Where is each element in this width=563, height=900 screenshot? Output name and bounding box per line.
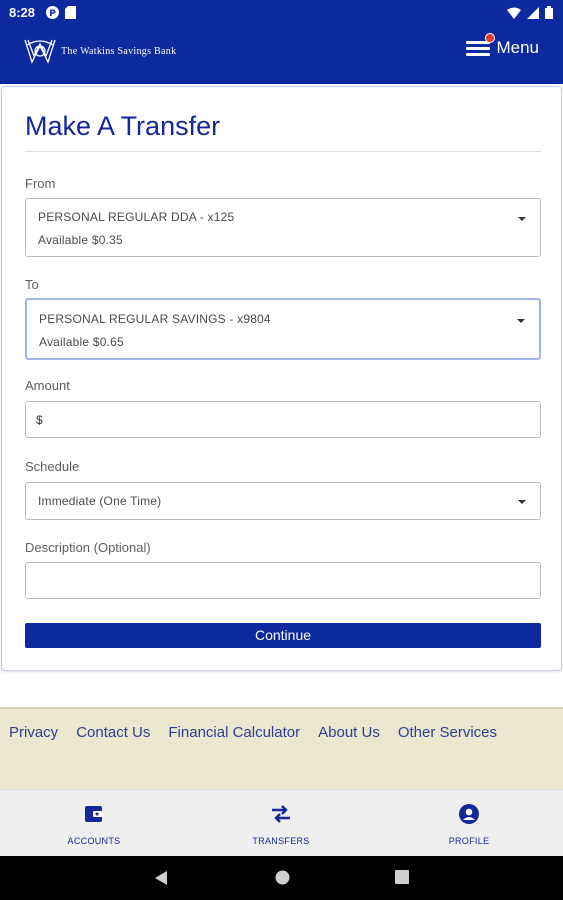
home-icon[interactable]	[275, 870, 290, 885]
to-account-select[interactable]: PERSONAL REGULAR SAVINGS - x9804 Availab…	[25, 298, 541, 360]
to-available-balance: Available $0.65	[39, 335, 124, 349]
to-account-name: PERSONAL REGULAR SAVINGS - x9804	[39, 312, 271, 326]
watkins-emblem-icon	[24, 39, 56, 64]
schedule-selected-value: Immediate (One Time)	[38, 494, 162, 508]
description-input[interactable]	[25, 562, 541, 599]
status-system-icons	[507, 6, 553, 19]
menu-button[interactable]: Menu	[466, 33, 539, 58]
hamburger-icon	[466, 33, 496, 58]
app-header: The Watkins Savings Bank Menu	[0, 26, 563, 84]
amount-label: Amount	[25, 378, 70, 393]
wifi-icon	[507, 7, 521, 19]
bottom-nav: ACCOUNTS TRANSFERS PROFILE	[0, 789, 563, 856]
nav-label-accounts: ACCOUNTS	[67, 836, 121, 846]
sd-card-icon	[65, 6, 76, 19]
bank-name: The Watkins Savings Bank	[61, 45, 177, 57]
status-time: 8:28	[9, 5, 36, 20]
footer-link-financial-calculator[interactable]: Financial Calculator	[168, 724, 300, 741]
status-notification-icons: P	[46, 6, 76, 19]
schedule-label: Schedule	[25, 459, 80, 474]
footer-link-other-services[interactable]: Other Services	[398, 724, 497, 741]
notification-dot	[485, 33, 496, 43]
menu-label: Menu	[496, 38, 539, 57]
wallet-icon	[85, 806, 103, 822]
chevron-down-icon	[518, 500, 526, 504]
status-bar: 8:28 P	[0, 0, 563, 26]
chevron-down-icon	[518, 217, 526, 221]
parking-icon: P	[46, 6, 59, 19]
back-icon[interactable]	[154, 870, 168, 886]
site-footer: Privacy Contact Us Financial Calculator …	[0, 707, 563, 789]
page-title: Make A Transfer	[25, 111, 221, 141]
nav-label-transfers: TRANSFERS	[252, 836, 310, 846]
continue-button[interactable]: Continue	[25, 623, 541, 648]
chevron-down-icon	[517, 319, 525, 323]
from-account-select[interactable]: PERSONAL REGULAR DDA - x125 Available $0…	[25, 198, 541, 257]
title-divider	[25, 151, 541, 152]
schedule-select[interactable]: Immediate (One Time)	[25, 482, 541, 520]
nav-tab-transfers[interactable]: TRANSFERS	[231, 802, 331, 846]
to-label: To	[25, 277, 39, 292]
footer-links: Privacy Contact Us Financial Calculator …	[9, 724, 497, 741]
from-label: From	[25, 176, 56, 191]
amount-input[interactable]: $	[25, 401, 541, 438]
transfer-card: Make A Transfer From PERSONAL REGULAR DD…	[1, 86, 562, 671]
nav-tab-profile[interactable]: PROFILE	[419, 802, 519, 846]
description-label: Description (Optional)	[25, 540, 151, 555]
bank-logo[interactable]: The Watkins Savings Bank	[23, 36, 176, 66]
currency-prefix: $	[36, 413, 43, 427]
signal-icon	[527, 6, 539, 19]
from-account-name: PERSONAL REGULAR DDA - x125	[38, 210, 235, 224]
transfer-arrows-icon	[272, 805, 290, 823]
profile-icon	[459, 804, 479, 824]
recents-icon[interactable]	[395, 870, 409, 884]
svg-text:P: P	[49, 9, 56, 19]
footer-link-about-us[interactable]: About Us	[318, 724, 380, 741]
nav-label-profile: PROFILE	[448, 836, 490, 846]
from-available-balance: Available $0.35	[38, 233, 123, 247]
android-nav-bar	[0, 856, 563, 900]
battery-icon	[545, 6, 553, 19]
footer-link-contact-us[interactable]: Contact Us	[76, 724, 150, 741]
nav-tab-accounts[interactable]: ACCOUNTS	[44, 802, 144, 846]
footer-link-privacy[interactable]: Privacy	[9, 724, 58, 741]
